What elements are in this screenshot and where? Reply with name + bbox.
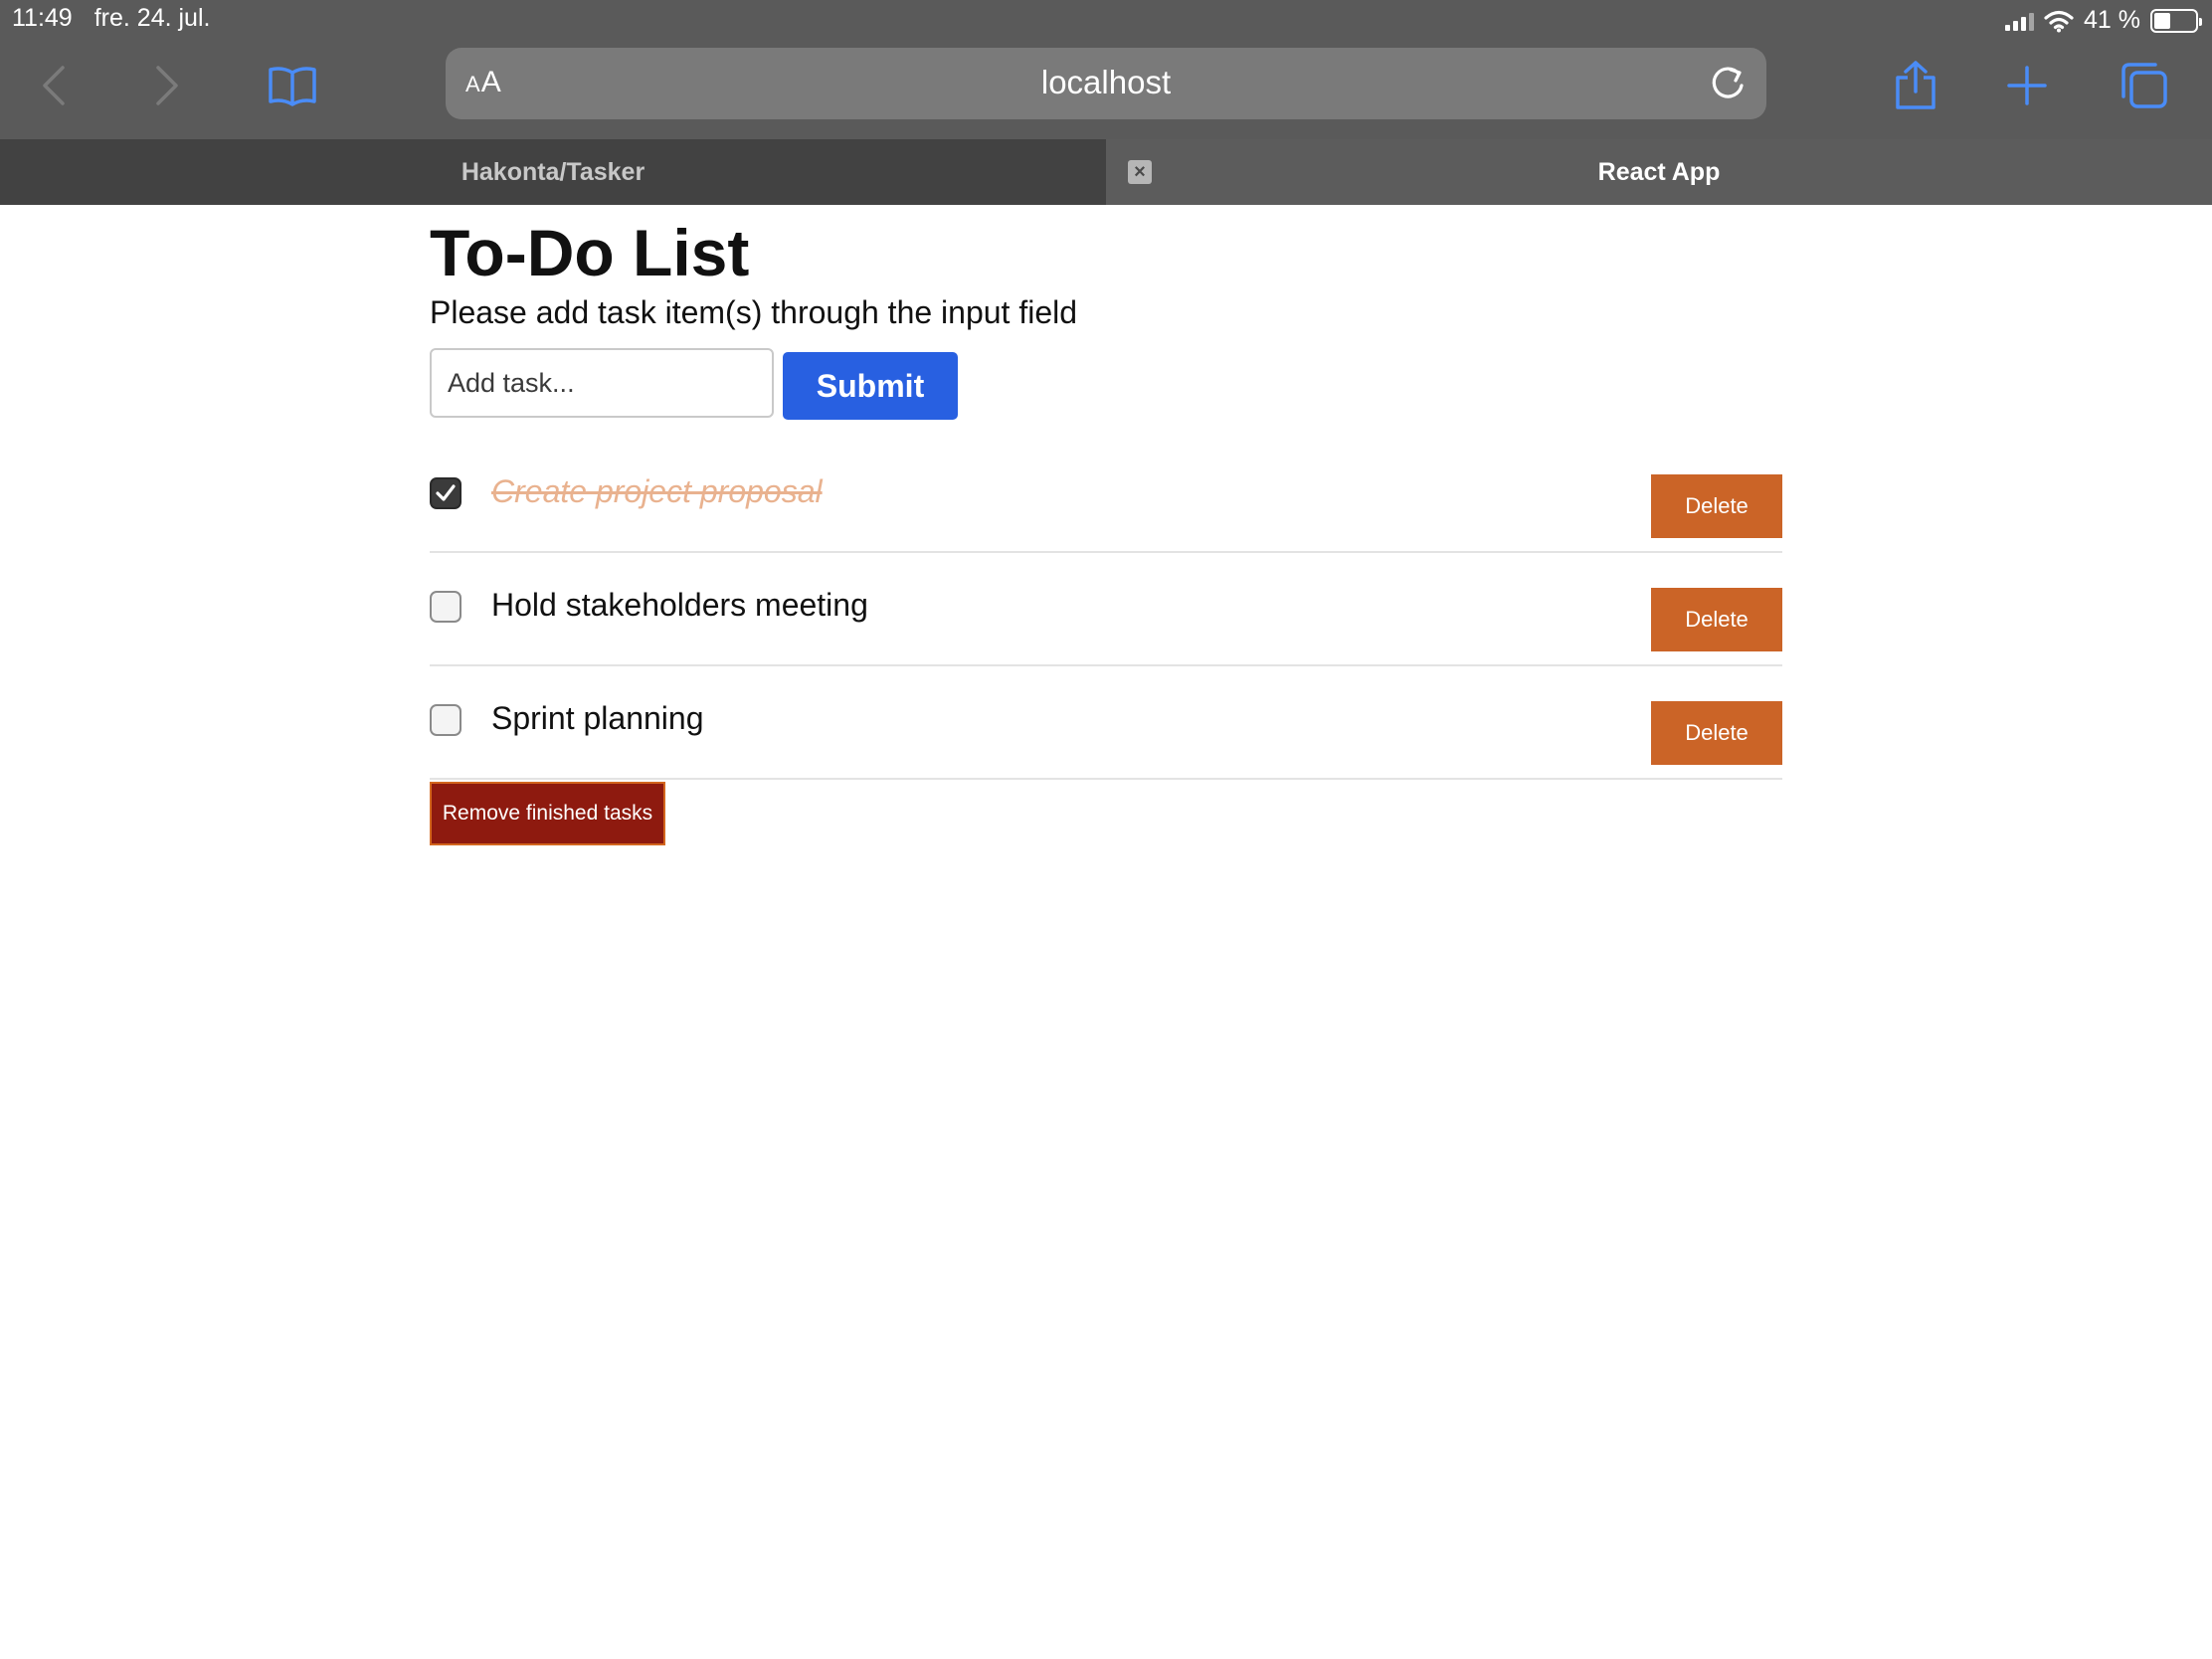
page-title: To-Do List	[430, 216, 750, 289]
share-icon	[1896, 61, 1936, 109]
book-icon	[269, 67, 316, 106]
chevron-left-icon	[43, 66, 65, 105]
url-text: localhost	[1040, 64, 1172, 100]
checkmark-icon	[436, 484, 456, 501]
close-tab-icon[interactable]: ×	[1128, 160, 1152, 184]
submit-button[interactable]: Submit	[783, 352, 958, 420]
browser-toolbar: AA localhost	[0, 40, 2212, 139]
task-row: Hold stakeholders meeting Delete	[430, 553, 1782, 666]
status-time: 11:49	[12, 4, 73, 32]
chevron-right-icon	[156, 66, 178, 105]
tabs-icon	[2121, 63, 2167, 108]
task-checkbox[interactable]	[430, 704, 461, 736]
task-label: Sprint planning	[491, 700, 704, 736]
new-tab-button[interactable]	[1999, 58, 2055, 113]
task-label: Hold stakeholders meeting	[491, 587, 868, 623]
add-task-input[interactable]	[430, 348, 774, 418]
task-row: Sprint planning Delete	[430, 666, 1782, 780]
share-button[interactable]	[1888, 58, 1943, 113]
browser-chrome: 11:49 fre. 24. jul. 41 % AA localhost Ha…	[0, 0, 2212, 205]
tab-label: Hakonta/Tasker	[461, 157, 645, 186]
wifi-icon	[2044, 10, 2074, 32]
task-checkbox[interactable]	[430, 477, 461, 509]
status-date: fre. 24. jul.	[93, 4, 211, 32]
remove-finished-tasks-button[interactable]: Remove finished tasks	[430, 782, 665, 845]
task-list: Create project proposal Delete Hold stak…	[430, 440, 1782, 780]
delete-task-button[interactable]: Delete	[1651, 588, 1782, 651]
task-label: Create project proposal	[491, 473, 823, 509]
reload-icon[interactable]	[1709, 64, 1749, 103]
status-bar: 11:49 fre. 24. jul. 41 %	[0, 0, 2212, 40]
battery-percentage: 41 %	[2084, 6, 2140, 34]
tabs-overview-button[interactable]	[2117, 58, 2172, 113]
task-checkbox[interactable]	[430, 591, 461, 623]
plus-icon	[2007, 66, 2047, 105]
delete-task-button[interactable]: Delete	[1651, 474, 1782, 538]
battery-icon	[2150, 8, 2202, 33]
back-button[interactable]	[26, 58, 82, 113]
tab-label: React App	[1597, 157, 1721, 186]
cellular-signal-icon	[2005, 11, 2035, 31]
task-row: Create project proposal Delete	[430, 440, 1782, 553]
forward-button[interactable]	[139, 58, 195, 113]
tab-react-app[interactable]: × React App	[1106, 139, 2212, 205]
bookmarks-button[interactable]	[265, 58, 320, 113]
address-bar[interactable]: AA localhost	[446, 48, 1766, 119]
page-subtitle: Please add task item(s) through the inpu…	[430, 294, 1078, 330]
delete-task-button[interactable]: Delete	[1651, 701, 1782, 765]
tab-bar: Hakonta/Tasker × React App	[0, 139, 2212, 205]
tab-hakonta-tasker[interactable]: Hakonta/Tasker	[0, 139, 1106, 205]
